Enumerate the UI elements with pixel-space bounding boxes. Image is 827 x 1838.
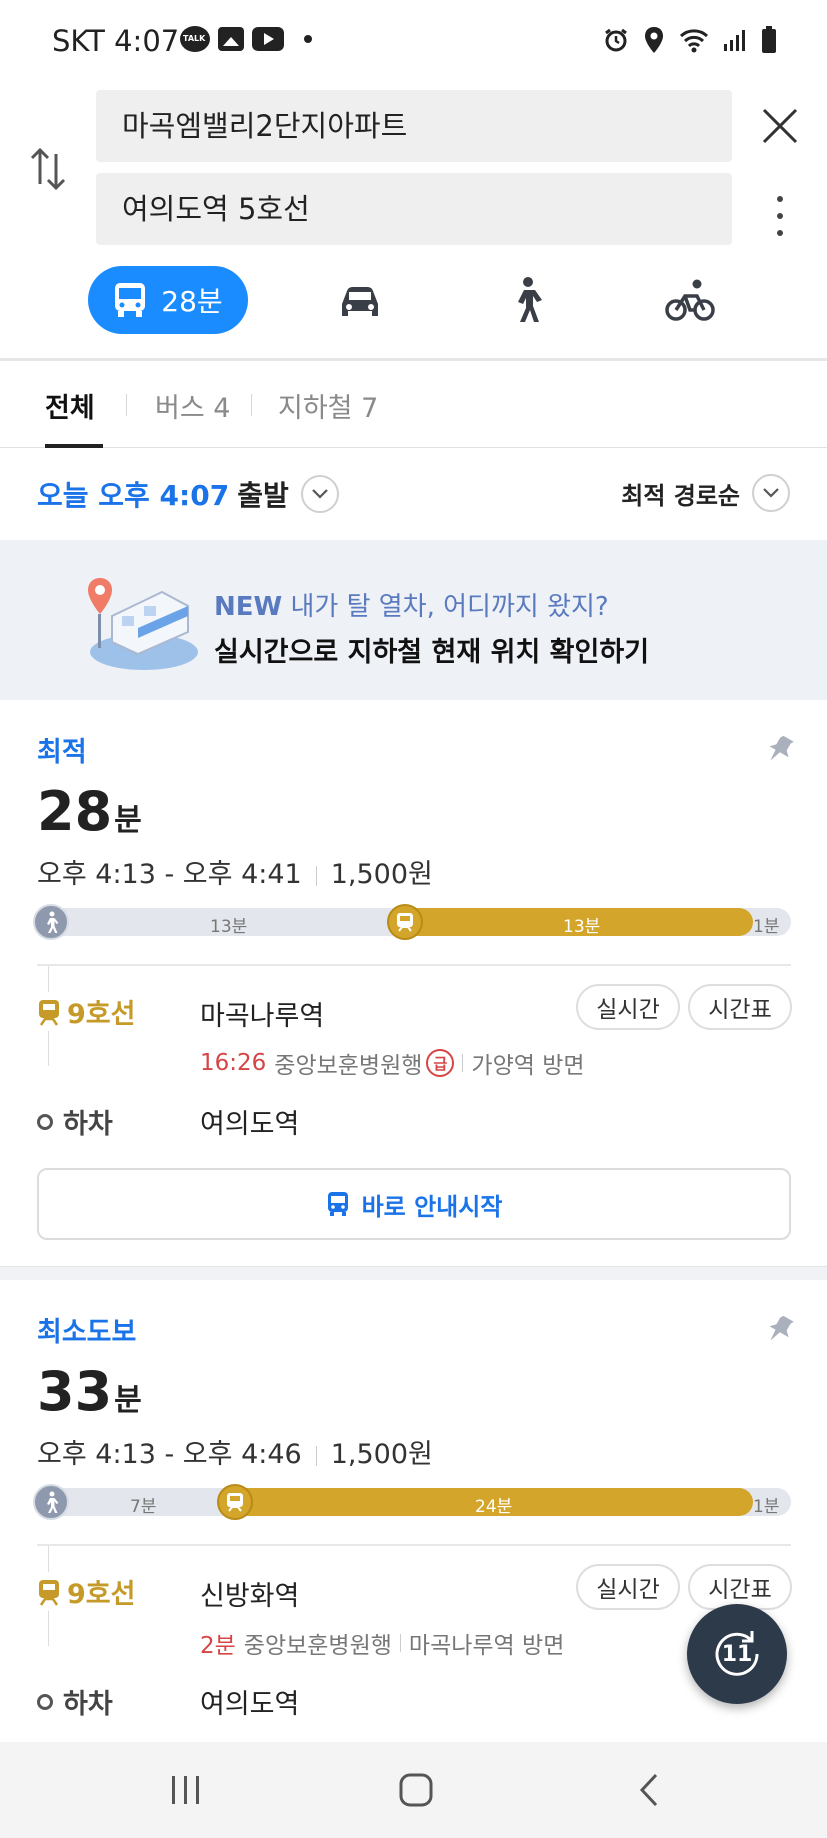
alight-dot-icon bbox=[37, 1693, 53, 1710]
destination-field[interactable]: 여의도역 5호선 bbox=[96, 173, 732, 245]
subway-line-icon bbox=[39, 1579, 59, 1606]
alarm-icon bbox=[605, 28, 627, 52]
train-destination: 중앙보훈병원행 bbox=[274, 1053, 423, 1079]
fare: 1,500원 bbox=[330, 1439, 433, 1470]
gallery-notification-icon bbox=[218, 27, 244, 51]
recent-apps-icon[interactable] bbox=[166, 1772, 206, 1808]
bus-icon bbox=[115, 283, 146, 317]
kakaotalk-notification-icon bbox=[180, 26, 210, 52]
last-walk-label: 1분 bbox=[753, 917, 780, 937]
walk-icon bbox=[33, 1484, 69, 1520]
departure-time: 오늘 오후 4:07 bbox=[37, 479, 230, 512]
subway-segment-label: 24분 bbox=[475, 1497, 513, 1517]
realtime-subway-banner[interactable]: NEW 내가 탈 열차, 어디까지 왔지? 실시간으로 지하철 현재 위치 확인… bbox=[0, 540, 827, 700]
route-tag: 최소도보 bbox=[37, 1317, 137, 1348]
bus-icon bbox=[327, 1192, 348, 1216]
direction: 마곡나루역 방면 bbox=[408, 1633, 565, 1659]
alight-station: 여의도역 bbox=[200, 1689, 300, 1720]
travel-mode-tabs: 28분 bbox=[0, 262, 827, 340]
subway-icon bbox=[217, 1484, 253, 1520]
swap-origin-destination-icon[interactable] bbox=[28, 146, 68, 192]
banner-line1: 내가 탈 열차, 어디까지 왔지? bbox=[290, 592, 609, 622]
subway-line-icon bbox=[39, 999, 59, 1026]
card-separator bbox=[0, 1266, 827, 1280]
location-icon bbox=[645, 27, 663, 53]
carrier-time: SKT 4:07 bbox=[52, 24, 180, 58]
route-segment-bar: 7분 24분 1분 bbox=[33, 1484, 791, 1520]
time-range: 오후 4:13 - 오후 4:46 bbox=[37, 1439, 302, 1470]
route-segment-bar: 13분 13분 1분 bbox=[33, 904, 791, 940]
time-range: 오후 4:13 - 오후 4:41 bbox=[37, 859, 302, 890]
wifi-icon bbox=[679, 29, 709, 53]
chevron-down-icon bbox=[752, 474, 790, 512]
alight-dot-icon bbox=[37, 1113, 53, 1130]
board-station: 마곡나루역 bbox=[200, 1001, 325, 1032]
last-walk-label: 1분 bbox=[753, 1497, 780, 1517]
tab-all[interactable]: 전체 bbox=[45, 386, 95, 425]
route-card[interactable]: 최적 28분 오후 4:13 - 오후 4:41 1,500원 13분 13분 1… bbox=[0, 700, 827, 1266]
walk-segment-label: 7분 bbox=[130, 1497, 157, 1517]
subway-icon bbox=[387, 904, 423, 940]
express-badge: 급 bbox=[426, 1049, 455, 1077]
pin-icon[interactable] bbox=[766, 1314, 794, 1346]
divider bbox=[0, 358, 827, 361]
more-notifications-icon bbox=[304, 35, 312, 43]
home-icon[interactable] bbox=[396, 1772, 436, 1808]
subway-line-name: 9호선 bbox=[67, 999, 136, 1030]
fare: 1,500원 bbox=[330, 859, 433, 890]
refresh-button[interactable]: 11 bbox=[687, 1604, 787, 1704]
route-duration: 33 bbox=[37, 1360, 113, 1423]
start-button-label: 바로 안내시작 bbox=[361, 1192, 503, 1221]
signal-icon bbox=[724, 30, 745, 51]
sort-label: 최적 경로순 bbox=[621, 481, 740, 510]
banner-line2: 실시간으로 지하철 현재 위치 확인하기 bbox=[214, 637, 650, 668]
subway-train-illustration bbox=[88, 578, 198, 670]
realtime-button[interactable]: 실시간 bbox=[576, 1564, 680, 1610]
direction: 가양역 방면 bbox=[471, 1053, 585, 1079]
transit-time-label: 28분 bbox=[161, 285, 223, 318]
duration-unit: 분 bbox=[114, 1383, 142, 1418]
timetable-button[interactable]: 시간표 bbox=[688, 984, 792, 1030]
arrival-time: 16:26 bbox=[200, 1050, 267, 1076]
system-nav-bar bbox=[0, 1742, 827, 1838]
battery-icon bbox=[762, 26, 776, 53]
back-icon[interactable] bbox=[630, 1772, 670, 1808]
departure-time-selector[interactable]: 오늘 오후 4:07 출발 bbox=[37, 474, 339, 514]
youtube-notification-icon bbox=[252, 27, 284, 51]
mode-walk-icon[interactable] bbox=[500, 274, 552, 326]
close-icon[interactable] bbox=[760, 106, 800, 146]
active-tab-indicator bbox=[45, 444, 103, 448]
mode-car-icon[interactable] bbox=[334, 274, 386, 326]
subway-segment-label: 13분 bbox=[563, 917, 601, 937]
new-badge: NEW bbox=[214, 592, 283, 622]
arrival-time: 2분 bbox=[200, 1633, 236, 1659]
subway-line-name: 9호선 bbox=[67, 1579, 136, 1610]
route-filter-tabs: 전체 버스 4 지하철 7 bbox=[0, 362, 827, 448]
alight-label: 하차 bbox=[63, 1689, 113, 1720]
start-navigation-button[interactable]: 바로 안내시작 bbox=[37, 1168, 791, 1240]
chevron-down-icon bbox=[300, 475, 339, 513]
status-bar: SKT 4:07 bbox=[0, 0, 827, 80]
origin-field[interactable]: 마곡엠밸리2단지아파트 bbox=[96, 90, 732, 162]
refresh-count: 11 bbox=[721, 1641, 753, 1667]
tab-subway[interactable]: 지하철 7 bbox=[278, 386, 378, 425]
tab-bus[interactable]: 버스 4 bbox=[155, 386, 230, 425]
route-duration: 28 bbox=[37, 780, 113, 843]
alight-label: 하차 bbox=[63, 1109, 113, 1140]
mode-transit-button[interactable]: 28분 bbox=[88, 266, 248, 334]
more-options-icon[interactable] bbox=[773, 196, 787, 236]
route-tag: 최적 bbox=[37, 737, 87, 768]
train-destination: 중앙보훈병원행 bbox=[243, 1633, 392, 1659]
realtime-button[interactable]: 실시간 bbox=[576, 984, 680, 1030]
sort-selector[interactable]: 최적 경로순 bbox=[621, 474, 790, 512]
board-station: 신방화역 bbox=[200, 1581, 300, 1612]
walk-segment-label: 13분 bbox=[210, 917, 248, 937]
duration-unit: 분 bbox=[114, 803, 142, 838]
walk-icon bbox=[33, 904, 69, 940]
mode-bike-icon[interactable] bbox=[664, 274, 716, 326]
pin-icon[interactable] bbox=[766, 734, 794, 766]
alight-station: 여의도역 bbox=[200, 1109, 300, 1140]
departure-suffix: 출발 bbox=[237, 479, 289, 512]
